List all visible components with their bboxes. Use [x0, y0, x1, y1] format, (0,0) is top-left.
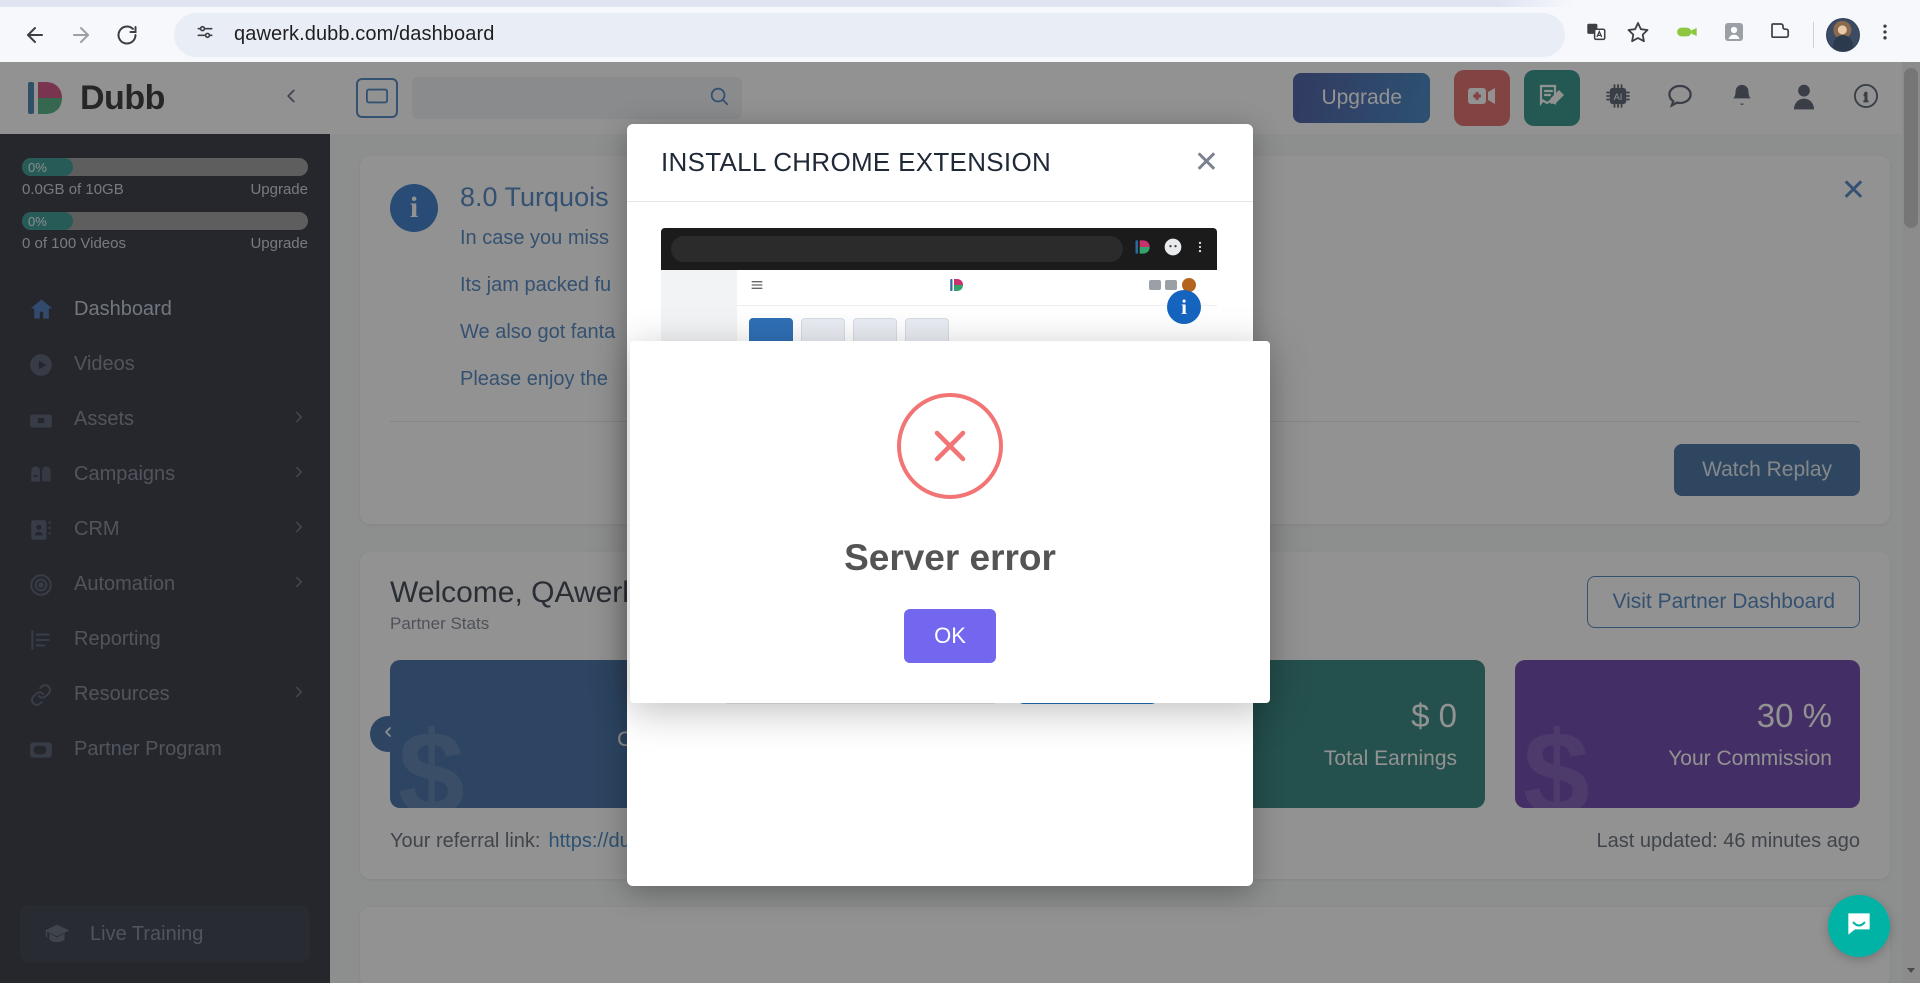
- extension-modal-title: INSTALL CHROME EXTENSION: [661, 147, 1052, 177]
- extension-modal-header: INSTALL CHROME EXTENSION ✕: [627, 124, 1253, 202]
- back-arrow-icon: [23, 23, 47, 47]
- toolbar-divider: [1813, 21, 1814, 48]
- extensions-button[interactable]: [1759, 14, 1801, 56]
- intercom-launcher-button[interactable]: [1828, 895, 1890, 957]
- intercom-chat-icon: [1843, 908, 1875, 945]
- preview-omnibox: [671, 236, 1123, 262]
- video-extension-button[interactable]: [1667, 14, 1709, 56]
- star-icon: [1626, 20, 1650, 49]
- puzzle-extensions-icon: [1768, 20, 1792, 49]
- reload-button[interactable]: [106, 14, 148, 56]
- preview-dubb-icon: [1133, 237, 1153, 262]
- preview-dubb-logo-icon: [948, 276, 966, 299]
- site-settings-button[interactable]: [190, 20, 220, 50]
- browser-toolbar: qawerk.dubb.com/dashboard G: [0, 7, 1920, 62]
- bookmark-button[interactable]: [1617, 14, 1659, 56]
- preview-menu-icon: [1193, 238, 1207, 261]
- error-ok-button[interactable]: OK: [904, 609, 996, 663]
- preview-profile-icon: [1163, 237, 1183, 262]
- preview-page-bar: [737, 270, 1217, 306]
- forward-arrow-icon: [69, 23, 93, 47]
- tab-strip: [0, 0, 1920, 7]
- gray-extension-button[interactable]: [1713, 14, 1755, 56]
- chrome-menu-button[interactable]: [1864, 14, 1906, 56]
- site-settings-icon: [195, 22, 215, 47]
- translate-icon: G: [1585, 21, 1607, 48]
- green-video-extension-icon: [1675, 19, 1701, 50]
- error-x-circle-icon: [897, 393, 1003, 499]
- extension-icons: [1659, 14, 1906, 56]
- gray-extension-icon: [1722, 20, 1746, 49]
- forward-button[interactable]: [60, 14, 102, 56]
- preview-browser-bar: [661, 228, 1217, 270]
- server-error-dialog: Server error OK: [630, 341, 1270, 703]
- url-text: qawerk.dubb.com/dashboard: [234, 23, 495, 45]
- browser-chrome: qawerk.dubb.com/dashboard G: [0, 0, 1920, 62]
- profile-avatar[interactable]: [1826, 17, 1860, 52]
- back-button[interactable]: [14, 14, 56, 56]
- error-title: Server error: [844, 537, 1056, 578]
- preview-info-icon: i: [1167, 290, 1201, 324]
- three-dot-menu-icon: [1875, 22, 1895, 47]
- preview-hamburger-icon: [749, 277, 765, 298]
- address-bar[interactable]: qawerk.dubb.com/dashboard: [174, 12, 1565, 57]
- extension-modal-close-button[interactable]: ✕: [1194, 147, 1219, 178]
- page-viewport: Dubb 0% 0.0GB of 10GB Upgrade: [0, 62, 1920, 983]
- translate-button[interactable]: G: [1575, 14, 1617, 56]
- reload-icon: [115, 23, 139, 47]
